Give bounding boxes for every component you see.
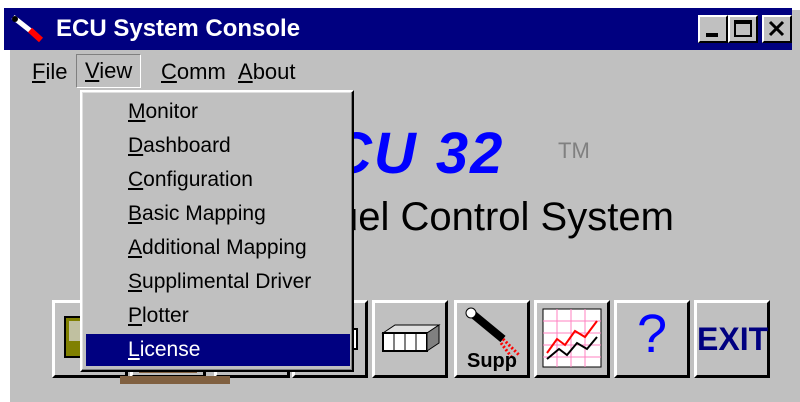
connector-block-button[interactable] [372,300,448,378]
menu-item-dashboard[interactable]: Dashboard [86,130,350,162]
supp-button[interactable]: Supp [454,300,530,378]
close-button[interactable] [762,15,792,43]
plotter-chart-icon [542,308,602,368]
subtitle: uel Control System [336,195,674,239]
trademark: TM [558,138,590,163]
menu-item-license[interactable]: License [86,334,350,366]
maximize-button[interactable] [728,15,758,43]
view-menu-dropdown: Monitor Dashboard Configuration Basic Ma… [80,90,354,372]
menu-item-configuration[interactable]: Configuration [86,164,350,196]
menu-item-additional-mapping[interactable]: Additional Mapping [86,232,350,264]
ecu-app-icon [11,15,44,43]
help-question-mark: ? [636,304,668,364]
exit-label: EXIT [697,321,769,357]
plotter-button[interactable] [534,300,610,378]
menu-about[interactable]: About [238,58,296,86]
menu-file[interactable]: File [32,58,67,86]
menu-item-supplimental-driver[interactable]: Supplimental Driver [86,266,350,298]
title-bar[interactable]: ECU System Console [4,8,792,50]
menu-item-monitor[interactable]: Monitor [86,96,350,128]
toolbar-shadow [120,376,230,384]
minimize-button[interactable] [698,15,728,43]
help-button[interactable]: ? [614,300,690,378]
menu-item-basic-mapping[interactable]: Basic Mapping [86,198,350,230]
exit-button[interactable]: EXIT [694,300,770,378]
menu-item-plotter[interactable]: Plotter [86,300,350,332]
ecu-logo: CU 32 [330,121,505,186]
supp-label: Supp [467,350,517,372]
minimize-icon [706,33,718,37]
menu-bar: File View Comm About [4,52,792,92]
connector-icon [381,324,441,352]
maximize-icon [734,20,752,37]
window-title: ECU System Console [56,15,301,42]
close-icon [768,20,785,37]
menu-comm[interactable]: Comm [161,58,226,86]
menu-view[interactable]: View [76,54,142,88]
